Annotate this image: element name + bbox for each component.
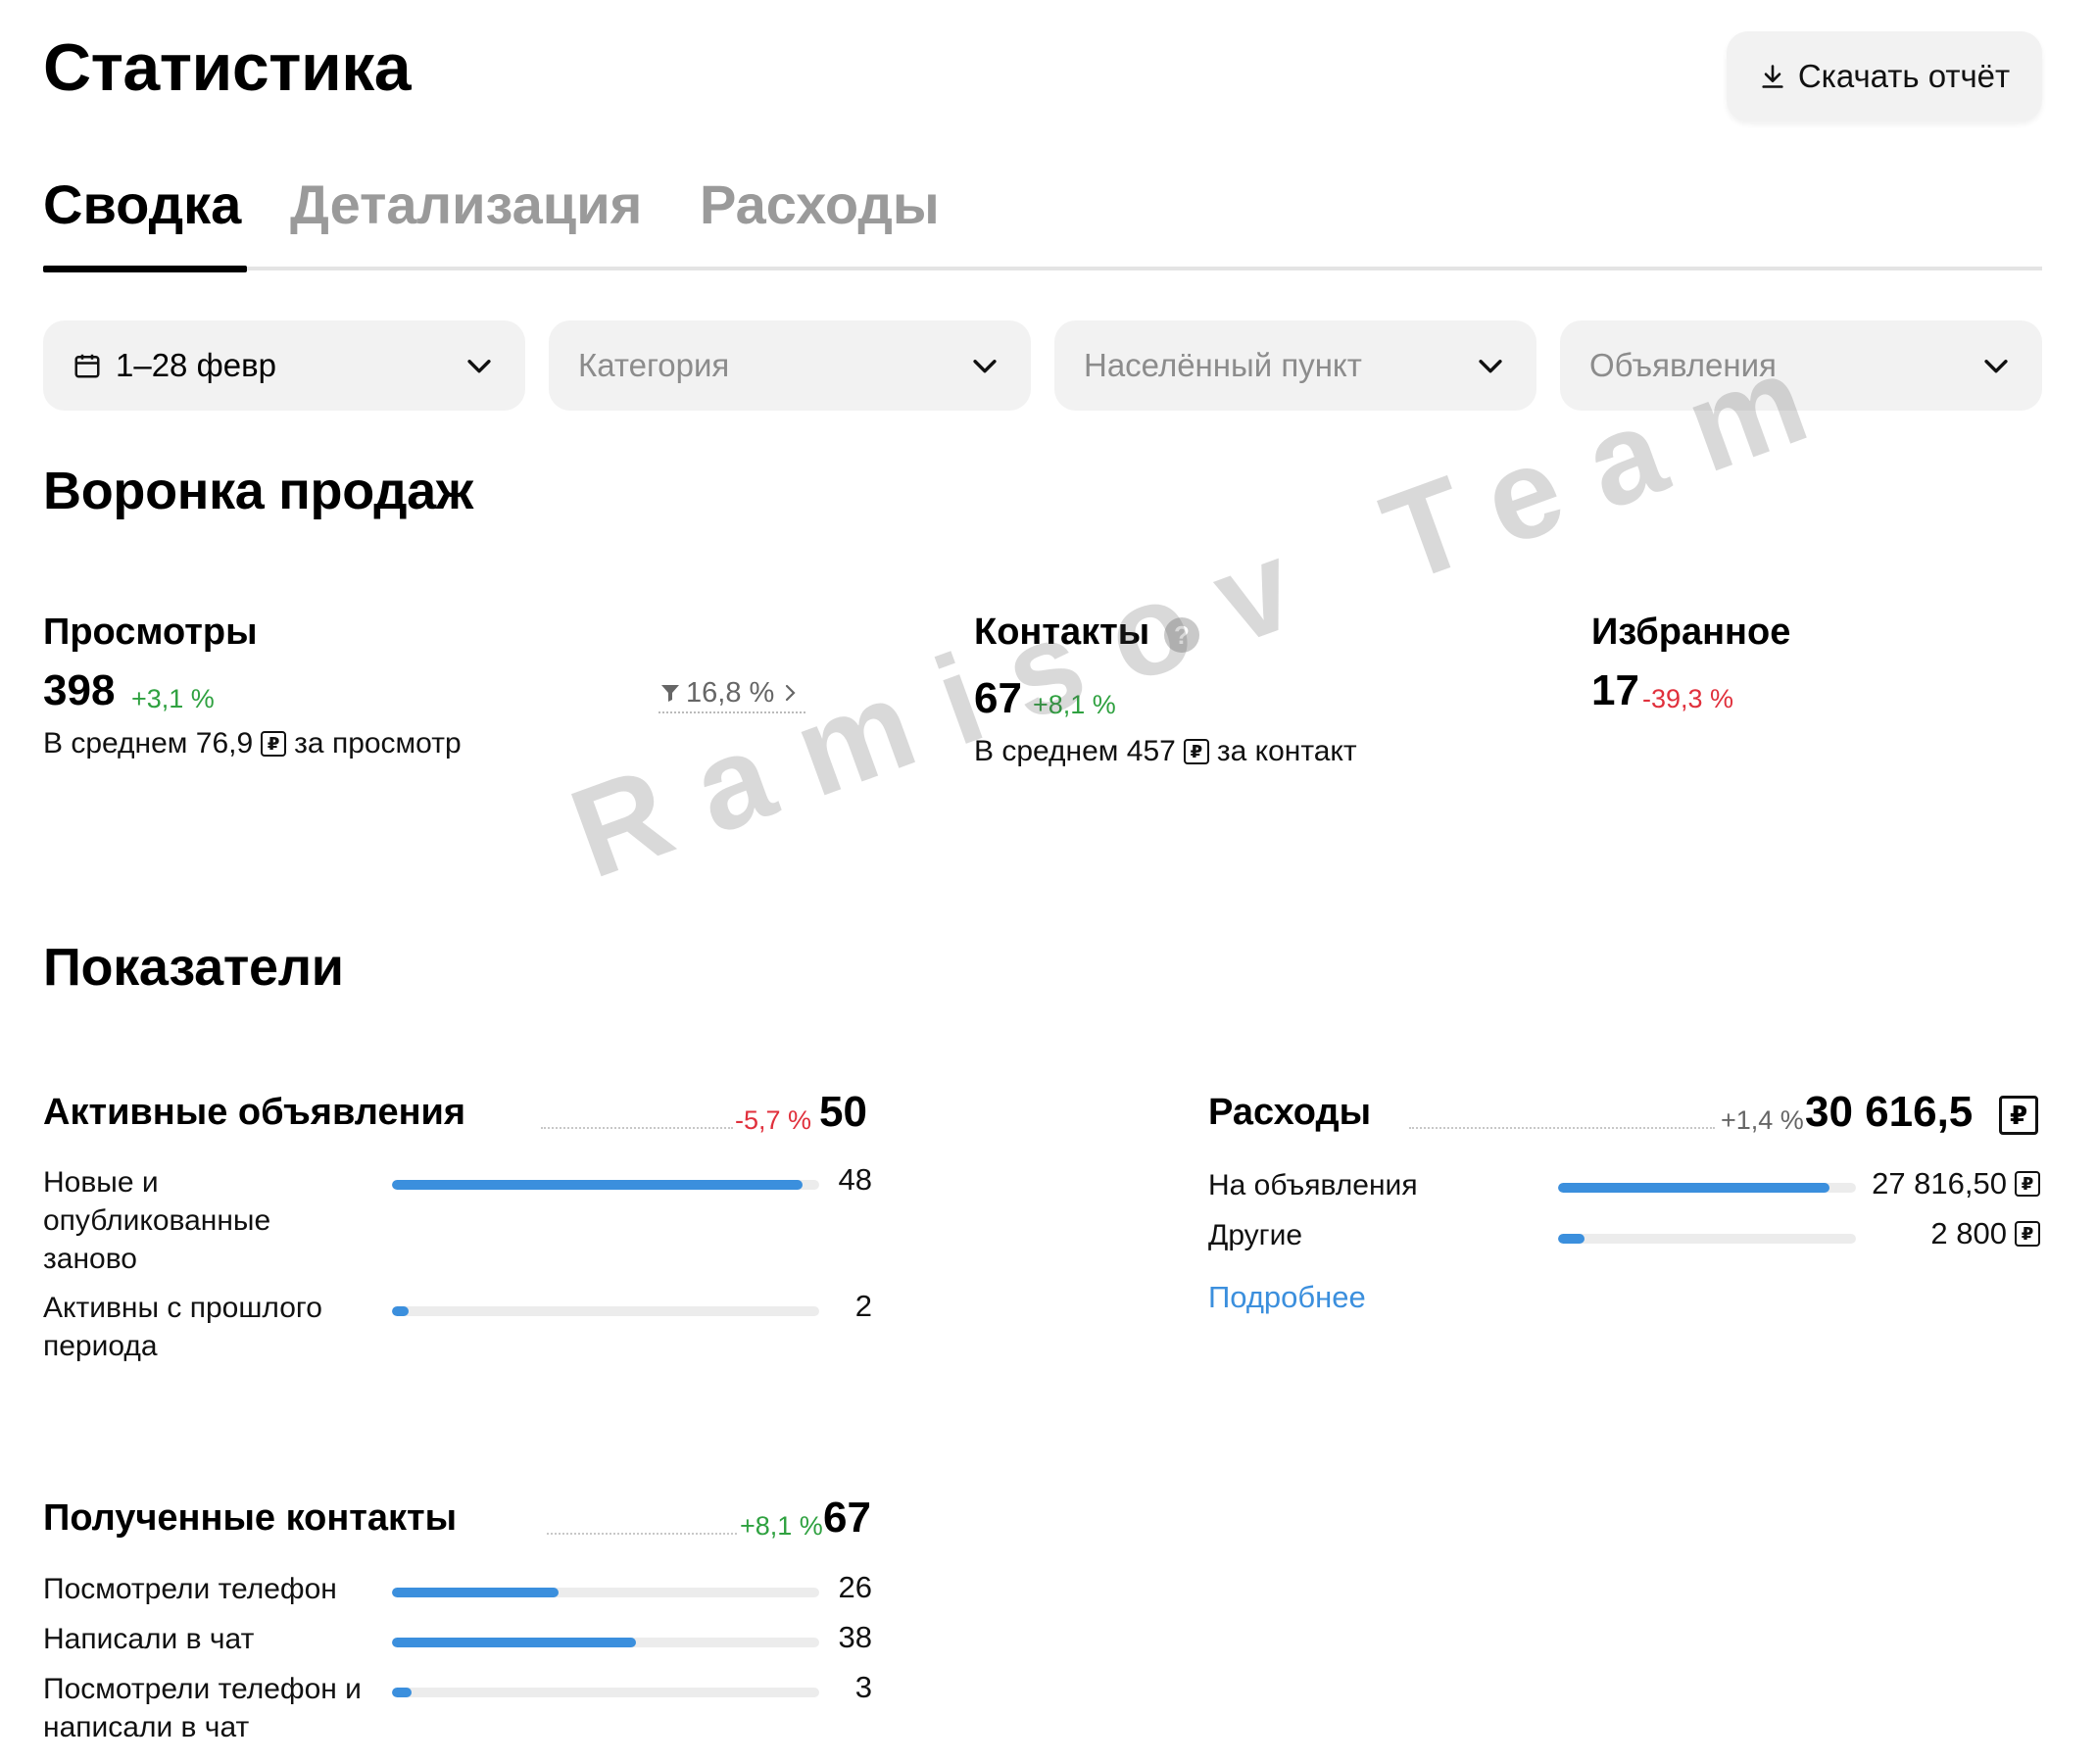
expenses-row-amount: 2 800 (1930, 1216, 2007, 1250)
expenses-delta: +1,4 % (1721, 1105, 1804, 1135)
active-listings-row-label: Новые и опубликованные заново (43, 1166, 271, 1275)
date-filter-value: 1–28 февр (116, 347, 276, 383)
active-listings-row-value: 2 (854, 1289, 872, 1323)
received-contacts-delta: +8,1 % (740, 1511, 823, 1541)
download-report-label: Скачать отчёт (1797, 58, 2011, 94)
expenses-row-label: Другие (1208, 1219, 1303, 1251)
ruble-icon: ₽ (2015, 1221, 2040, 1247)
views-value: 398 (43, 666, 116, 714)
listings-filter-placeholder: Объявления (1589, 347, 1777, 383)
views-average-suffix: за просмотр (294, 727, 462, 760)
active-listings-total: 50 (819, 1088, 867, 1136)
active-listings-delta: -5,7 % (735, 1105, 812, 1135)
chevron-down-icon (1984, 360, 2008, 373)
expenses-row-label: На объявления (1208, 1169, 1418, 1201)
received-contacts-label: Полученные контакты (43, 1497, 458, 1539)
received-contacts-row-value: 3 (854, 1670, 872, 1704)
received-contacts-row-label: Посмотрели телефон (43, 1573, 337, 1605)
active-listings-row-label: Активны с прошлого периода (43, 1292, 322, 1362)
progress-fill (392, 1638, 636, 1647)
progress-fill (1558, 1234, 1585, 1244)
chevron-down-icon (1479, 360, 1502, 373)
expenses-total: 30 616,5 (1805, 1088, 1974, 1136)
tab-details[interactable]: Детализация (290, 172, 642, 236)
download-report-button[interactable]: Скачать отчёт (1727, 31, 2042, 122)
chevron-down-icon (973, 360, 997, 373)
category-filter-select[interactable]: Категория (549, 320, 1031, 411)
received-contacts-row-value: 26 (838, 1570, 872, 1604)
date-filter-select[interactable]: 1–28 февр (43, 320, 525, 411)
ruble-icon: ₽ (261, 731, 287, 757)
received-contacts-row-label: Посмотрели телефон и написали в чат (43, 1673, 362, 1743)
progress-bar (392, 1638, 819, 1647)
progress-bar (392, 1306, 819, 1316)
progress-bar (392, 1688, 819, 1697)
chevron-down-icon (467, 360, 491, 373)
active-listings-label: Активные объявления (43, 1092, 466, 1133)
received-contacts-row-value: 38 (838, 1620, 872, 1654)
favorites-label: Избранное (1591, 612, 1791, 653)
contacts-average-suffix: за контакт (1216, 735, 1357, 767)
progress-bar (392, 1180, 819, 1190)
tab-summary[interactable]: Сводка (43, 172, 241, 236)
expenses-row-value: 27 816,50 ₽ (1842, 1166, 2040, 1201)
tab-expenses[interactable]: Расходы (700, 172, 940, 236)
progress-fill (392, 1588, 560, 1597)
expenses-row-amount: 27 816,50 (1872, 1166, 2007, 1200)
location-filter-select[interactable]: Населённый пункт (1054, 320, 1536, 411)
help-icon[interactable]: ? (1164, 617, 1199, 653)
received-contacts-row-label: Написали в чат (43, 1623, 255, 1655)
dotted-leader (541, 1127, 733, 1129)
favorites-delta: -39,3 % (1642, 684, 1734, 713)
dotted-leader (1409, 1127, 1715, 1129)
views-conversion-link[interactable]: 16,8 % (658, 674, 805, 713)
received-contacts-total: 67 (823, 1494, 871, 1542)
progress-fill (392, 1688, 412, 1697)
views-average-value: В среднем 76,9 (43, 727, 254, 760)
contacts-average: В среднем 457 ₽ за контакт (974, 735, 1357, 768)
views-conversion-value: 16,8 % (686, 676, 775, 709)
active-listings-row-value: 48 (838, 1162, 872, 1197)
progress-fill (1558, 1183, 1829, 1193)
ruble-icon: ₽ (1183, 739, 1209, 764)
tabs-divider (43, 267, 2042, 270)
metrics-title: Показатели (43, 938, 344, 997)
active-tab-indicator (43, 266, 247, 272)
listings-filter-select[interactable]: Объявления (1560, 320, 2042, 411)
expenses-more-link[interactable]: Подробнее (1208, 1280, 1366, 1315)
funnel-icon (661, 685, 679, 702)
contacts-label: Контакты (974, 612, 1150, 653)
calendar-icon (74, 354, 100, 378)
contacts-value: 67 (974, 674, 1022, 722)
progress-bar (1558, 1183, 1856, 1193)
progress-fill (392, 1306, 410, 1316)
page-title: Статистика (43, 30, 412, 105)
contacts-delta: +8,1 % (1033, 690, 1116, 719)
ruble-icon: ₽ (2015, 1171, 2040, 1197)
funnel-title: Воронка продаж (43, 462, 473, 520)
category-filter-placeholder: Категория (578, 347, 730, 383)
views-label: Просмотры (43, 612, 258, 653)
progress-bar (392, 1588, 819, 1597)
expenses-label: Расходы (1208, 1092, 1372, 1133)
progress-bar (1558, 1234, 1856, 1244)
expenses-row-value: 2 800 ₽ (1842, 1216, 2040, 1251)
ruble-icon: ₽ (1999, 1096, 2038, 1135)
views-average: В среднем 76,9 ₽ за просмотр (43, 727, 462, 760)
contacts-average-value: В среднем 457 (974, 735, 1176, 767)
tabs-bar: Сводка Детализация Расходы (43, 167, 2042, 272)
location-filter-placeholder: Населённый пункт (1084, 347, 1362, 383)
download-icon (1762, 65, 1783, 88)
progress-fill (392, 1180, 803, 1190)
dotted-leader (547, 1533, 737, 1535)
views-delta: +3,1 % (131, 684, 215, 713)
favorites-value: 17 (1591, 666, 1639, 714)
chevron-right-icon (786, 684, 796, 702)
